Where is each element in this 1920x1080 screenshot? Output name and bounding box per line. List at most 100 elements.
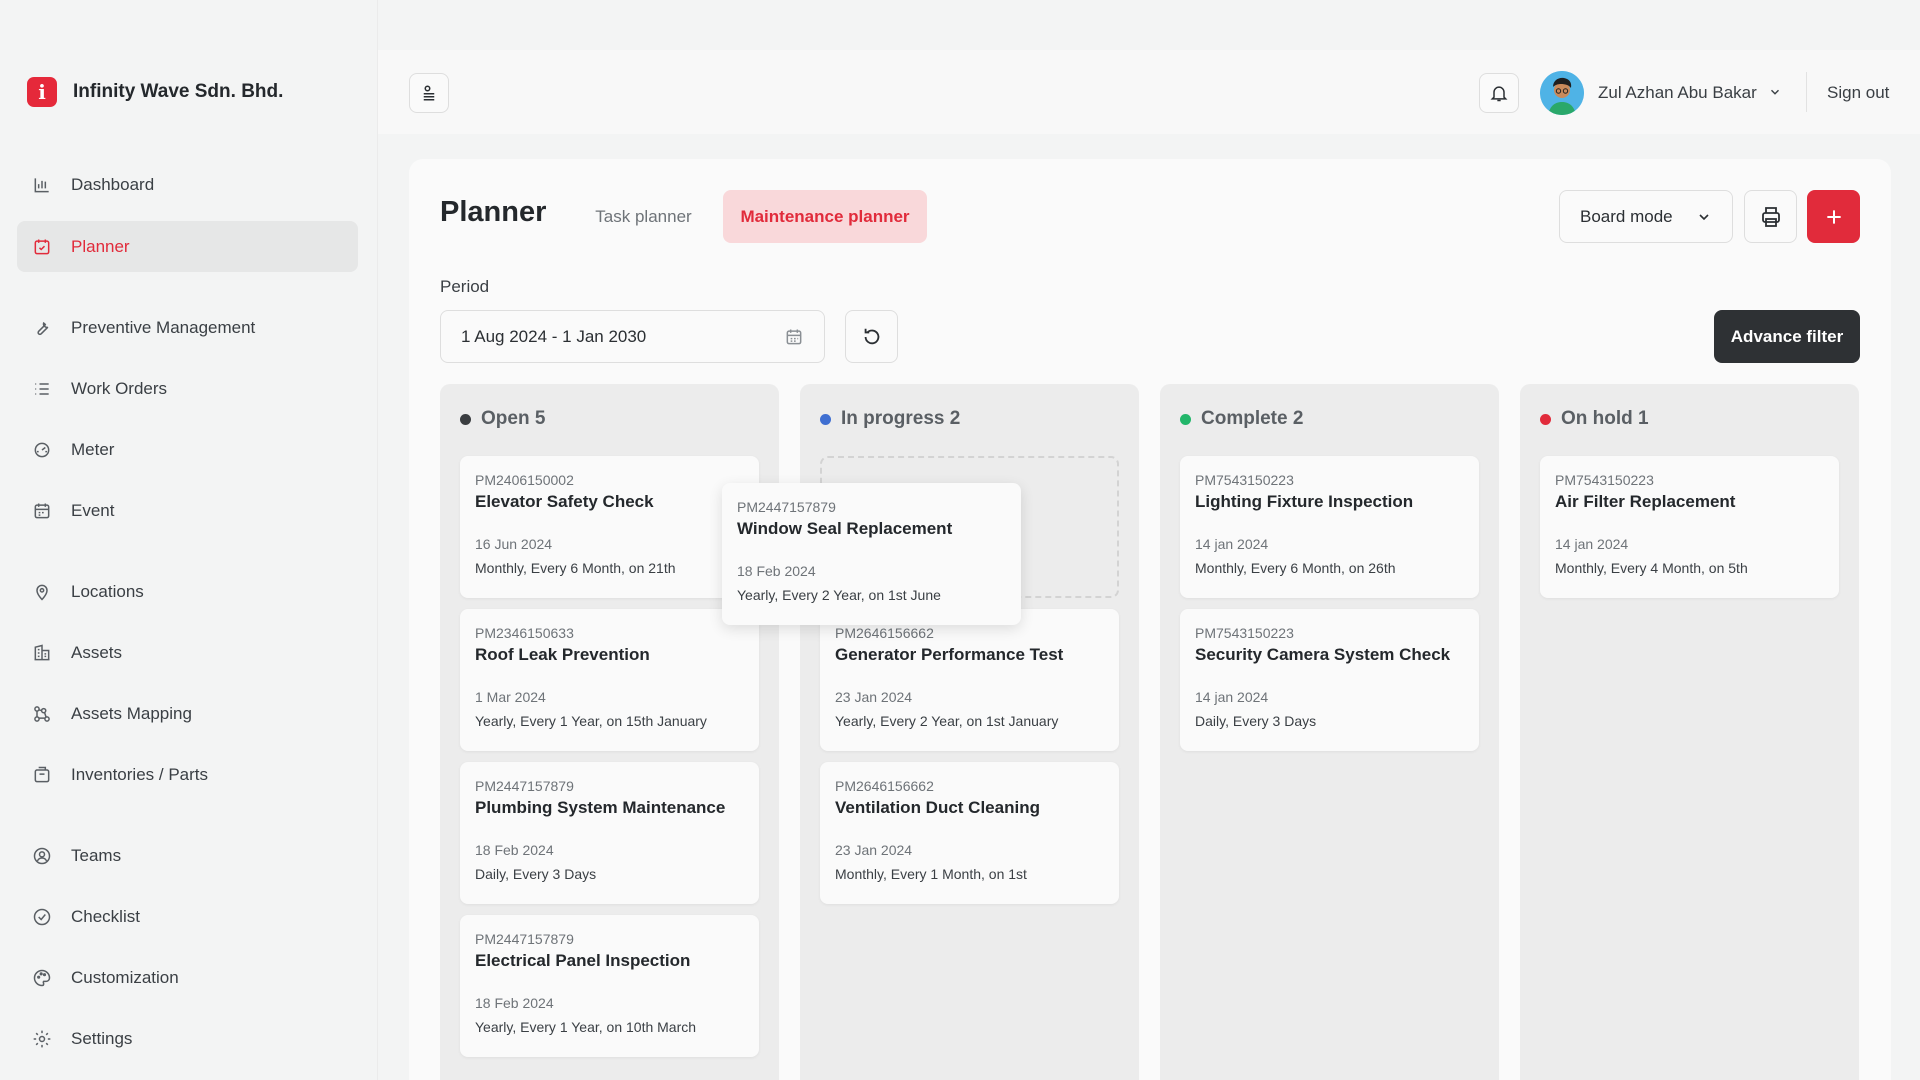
- card-code: PM2447157879: [475, 778, 574, 794]
- calendar-icon[interactable]: [784, 327, 804, 347]
- card-schedule: Daily, Every 3 Days: [475, 866, 597, 882]
- card-schedule: Yearly, Every 2 Year, on 1st January: [835, 713, 1059, 729]
- printer-icon: [1761, 206, 1780, 227]
- column-header: Complete 2: [1180, 408, 1303, 430]
- menu-toggle-button[interactable]: [409, 73, 449, 113]
- card-schedule: Yearly, Every 1 Year, on 15th January: [475, 713, 707, 729]
- check-circle-icon: [31, 906, 53, 928]
- advance-filter-button[interactable]: Advance filter: [1714, 310, 1860, 363]
- column-title: Open 5: [481, 408, 546, 429]
- card-title: Roof Leak Prevention: [475, 645, 650, 664]
- sidebar-item-label: Settings: [71, 1028, 133, 1048]
- board-column-on-hold: On hold 1 PM7543150223 Air Filter Replac…: [1520, 384, 1859, 1080]
- sidebar-item-label: Event: [71, 500, 115, 520]
- card-date: 14 jan 2024: [1195, 689, 1269, 705]
- sidebar-item-customization[interactable]: Customization: [17, 952, 358, 1003]
- sidebar-item-inventories[interactable]: Inventories / Parts: [17, 749, 358, 800]
- sidebar-item-meter[interactable]: Meter: [17, 424, 358, 475]
- sidebar-item-teams[interactable]: Teams: [17, 830, 358, 881]
- brand-name: Infinity Wave Sdn. Bhd.: [73, 81, 284, 102]
- chevron-down-icon[interactable]: [1768, 85, 1782, 104]
- task-card[interactable]: PM7543150223 Air Filter Replacement 14 j…: [1540, 456, 1839, 598]
- calendar-icon: [31, 500, 53, 522]
- task-card[interactable]: PM2447157879 Electrical Panel Inspection…: [460, 915, 759, 1057]
- avatar-illustration: [1540, 71, 1584, 115]
- card-date: 23 Jan 2024: [835, 842, 913, 858]
- task-card[interactable]: PM2646156662 Ventilation Duct Cleaning 2…: [820, 762, 1119, 904]
- sidebar-item-assets[interactable]: Assets: [17, 627, 358, 678]
- task-card[interactable]: PM2447157879 Plumbing System Maintenance…: [460, 762, 759, 904]
- task-card[interactable]: PM7543150223 Security Camera System Chec…: [1180, 609, 1479, 751]
- card-title: Plumbing System Maintenance: [475, 798, 726, 817]
- notification-button[interactable]: [1479, 73, 1519, 113]
- card-code: PM2346150633: [475, 625, 574, 641]
- task-card[interactable]: PM2346150633 Roof Leak Prevention 1 Mar …: [460, 609, 759, 751]
- print-button[interactable]: [1744, 190, 1797, 243]
- period-date-range-input[interactable]: 1 Aug 2024 - 1 Jan 2030: [440, 310, 825, 363]
- card-code: PM7543150223: [1195, 472, 1294, 488]
- card-code: PM7543150223: [1555, 472, 1654, 488]
- card-schedule: Monthly, Every 6 Month, on 26th: [1195, 560, 1396, 576]
- card-date: 14 jan 2024: [1195, 536, 1269, 552]
- column-header: In progress 2: [820, 408, 960, 430]
- tab-task-planner[interactable]: Task planner: [580, 190, 707, 243]
- sidebar: i Infinity Wave Sdn. Bhd. Dashboard Plan…: [0, 0, 378, 1080]
- brand-logo: i: [27, 77, 57, 107]
- board-mode-select[interactable]: Board mode: [1559, 190, 1733, 243]
- card-schedule: Daily, Every 3 Days: [1195, 713, 1317, 729]
- list-icon: [31, 378, 53, 400]
- sidebar-item-planner[interactable]: Planner: [17, 221, 358, 272]
- sidebar-item-dashboard[interactable]: Dashboard: [17, 159, 358, 210]
- card-code: PM2646156662: [835, 625, 934, 641]
- card-date: 18 Feb 2024: [475, 842, 554, 858]
- status-dot: [1540, 413, 1551, 425]
- sidebar-item-locations[interactable]: Locations: [17, 566, 358, 617]
- status-dot: [820, 413, 831, 425]
- sidebar-item-event[interactable]: Event: [17, 485, 358, 536]
- reset-button[interactable]: [845, 310, 898, 363]
- card-schedule: Monthly, Every 6 Month, on 21th: [475, 560, 676, 576]
- sidebar-item-label: Planner: [71, 236, 130, 256]
- sidebar-item-label: Dashboard: [71, 174, 155, 194]
- sidebar-item-settings[interactable]: Settings: [17, 1013, 358, 1064]
- network-icon: [31, 703, 53, 725]
- card-schedule: Yearly, Every 2 Year, on 1st June: [737, 587, 941, 603]
- column-header: On hold 1: [1540, 408, 1649, 430]
- sidebar-item-checklist[interactable]: Checklist: [17, 891, 358, 942]
- card-title: Security Camera System Check: [1195, 645, 1451, 664]
- column-title: Complete 2: [1201, 408, 1304, 429]
- sidebar-item-label: Teams: [71, 845, 122, 865]
- card-title: Air Filter Replacement: [1555, 492, 1736, 511]
- task-card[interactable]: PM2406150002 Elevator Safety Check 16 Ju…: [460, 456, 759, 598]
- card-code: PM2646156662: [835, 778, 934, 794]
- dragging-task-card[interactable]: PM2447157879 Window Seal Replacement 18 …: [722, 483, 1021, 625]
- card-title: Ventilation Duct Cleaning: [835, 798, 1040, 817]
- sidebar-item-assets-mapping[interactable]: Assets Mapping: [17, 688, 358, 739]
- card-date: 14 jan 2024: [1555, 536, 1629, 552]
- sidebar-item-label: Work Orders: [71, 378, 168, 398]
- card-date: 16 Jun 2024: [475, 536, 553, 552]
- sidebar-item-label: Inventories / Parts: [71, 764, 209, 784]
- board-column-complete: Complete 2 PM7543150223 Lighting Fixture…: [1160, 384, 1499, 1080]
- card-schedule: Yearly, Every 1 Year, on 10th March: [475, 1019, 697, 1035]
- card-date: 18 Feb 2024: [737, 563, 816, 579]
- avatar[interactable]: [1540, 71, 1584, 115]
- bar-chart-icon: [31, 174, 53, 196]
- add-button[interactable]: [1807, 190, 1860, 243]
- brand[interactable]: i Infinity Wave Sdn. Bhd.: [27, 77, 283, 107]
- sidebar-item-label: Assets: [71, 642, 123, 662]
- sidebar-item-preventive-management[interactable]: Preventive Management: [17, 302, 358, 353]
- task-card[interactable]: PM7543150223 Lighting Fixture Inspection…: [1180, 456, 1479, 598]
- task-card[interactable]: PM2646156662 Generator Performance Test …: [820, 609, 1119, 751]
- card-title: Electrical Panel Inspection: [475, 951, 691, 970]
- card-schedule: Monthly, Every 1 Month, on 1st: [835, 866, 1027, 882]
- tab-maintenance-planner[interactable]: Maintenance planner: [723, 190, 927, 243]
- status-dot: [460, 413, 471, 425]
- sidebar-item-label: Preventive Management: [71, 317, 256, 337]
- card-schedule: Monthly, Every 4 Month, on 5th: [1555, 560, 1748, 576]
- user-name[interactable]: Zul Azhan Abu Bakar: [1598, 83, 1757, 103]
- period-value: 1 Aug 2024 - 1 Jan 2030: [461, 326, 647, 346]
- sign-out-link[interactable]: Sign out: [1827, 83, 1889, 103]
- building-icon: [31, 642, 53, 664]
- sidebar-item-work-orders[interactable]: Work Orders: [17, 363, 358, 414]
